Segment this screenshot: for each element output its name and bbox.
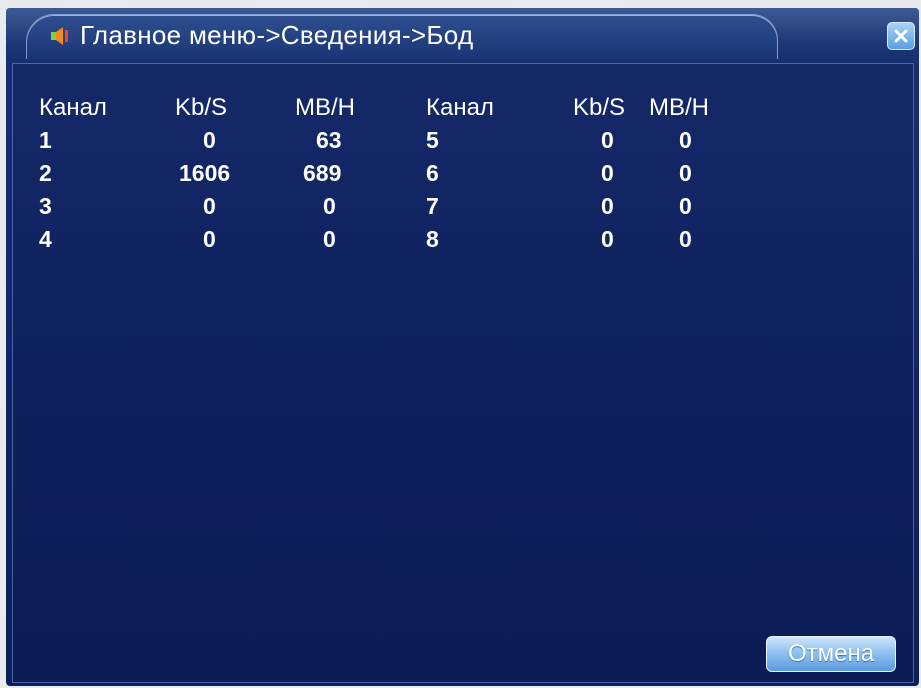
table-cell: 0 [203, 193, 216, 219]
close-button[interactable] [887, 22, 915, 50]
speaker-icon [50, 24, 74, 48]
table-cell: 1 [39, 127, 52, 153]
cancel-button[interactable]: Отмена [766, 636, 896, 672]
table-cell: 0 [601, 160, 614, 186]
table-cell: 0 [203, 226, 216, 252]
table-cell: 8 [426, 226, 439, 252]
table-cell: 0 [679, 226, 692, 252]
table-cell: 2 [39, 160, 52, 186]
header-channel-1: Канал [39, 94, 107, 121]
table-cell: 689 [303, 160, 342, 186]
table-cell: 0 [323, 193, 336, 219]
table-cell: 0 [601, 127, 614, 153]
content-panel: Канал Kb/S MB/H Канал Kb/S MB/H 1 0 63 5… [12, 63, 914, 683]
table-cell: 0 [679, 160, 692, 186]
table-cell: 0 [203, 127, 216, 153]
header-channel-2: Канал [426, 94, 494, 121]
table-cell: 4 [39, 226, 52, 252]
table-cell: 0 [679, 127, 692, 153]
table-cell: 0 [601, 226, 614, 252]
table-cell: 0 [679, 193, 692, 219]
table-cell: 7 [426, 193, 439, 219]
header-kbs-1: Kb/S [175, 94, 228, 121]
header-mbh-1: MB/H [295, 94, 355, 121]
header-mbh-2: MB/H [649, 94, 709, 121]
table-cell: 6 [426, 160, 439, 186]
window-title: Главное меню->Сведения->Бод [80, 20, 474, 50]
header-kbs-2: Kb/S [573, 94, 626, 121]
table-cell: 5 [426, 127, 439, 153]
table-cell: 3 [39, 193, 52, 219]
table-cell: 63 [316, 127, 342, 153]
close-icon [894, 29, 908, 43]
table-cell: 0 [323, 226, 336, 252]
baud-rate-window: Главное меню->Сведения->Бод Канал Kb/S M… [6, 8, 919, 686]
table-cell: 1606 [179, 160, 231, 186]
table-cell: 0 [601, 193, 614, 219]
